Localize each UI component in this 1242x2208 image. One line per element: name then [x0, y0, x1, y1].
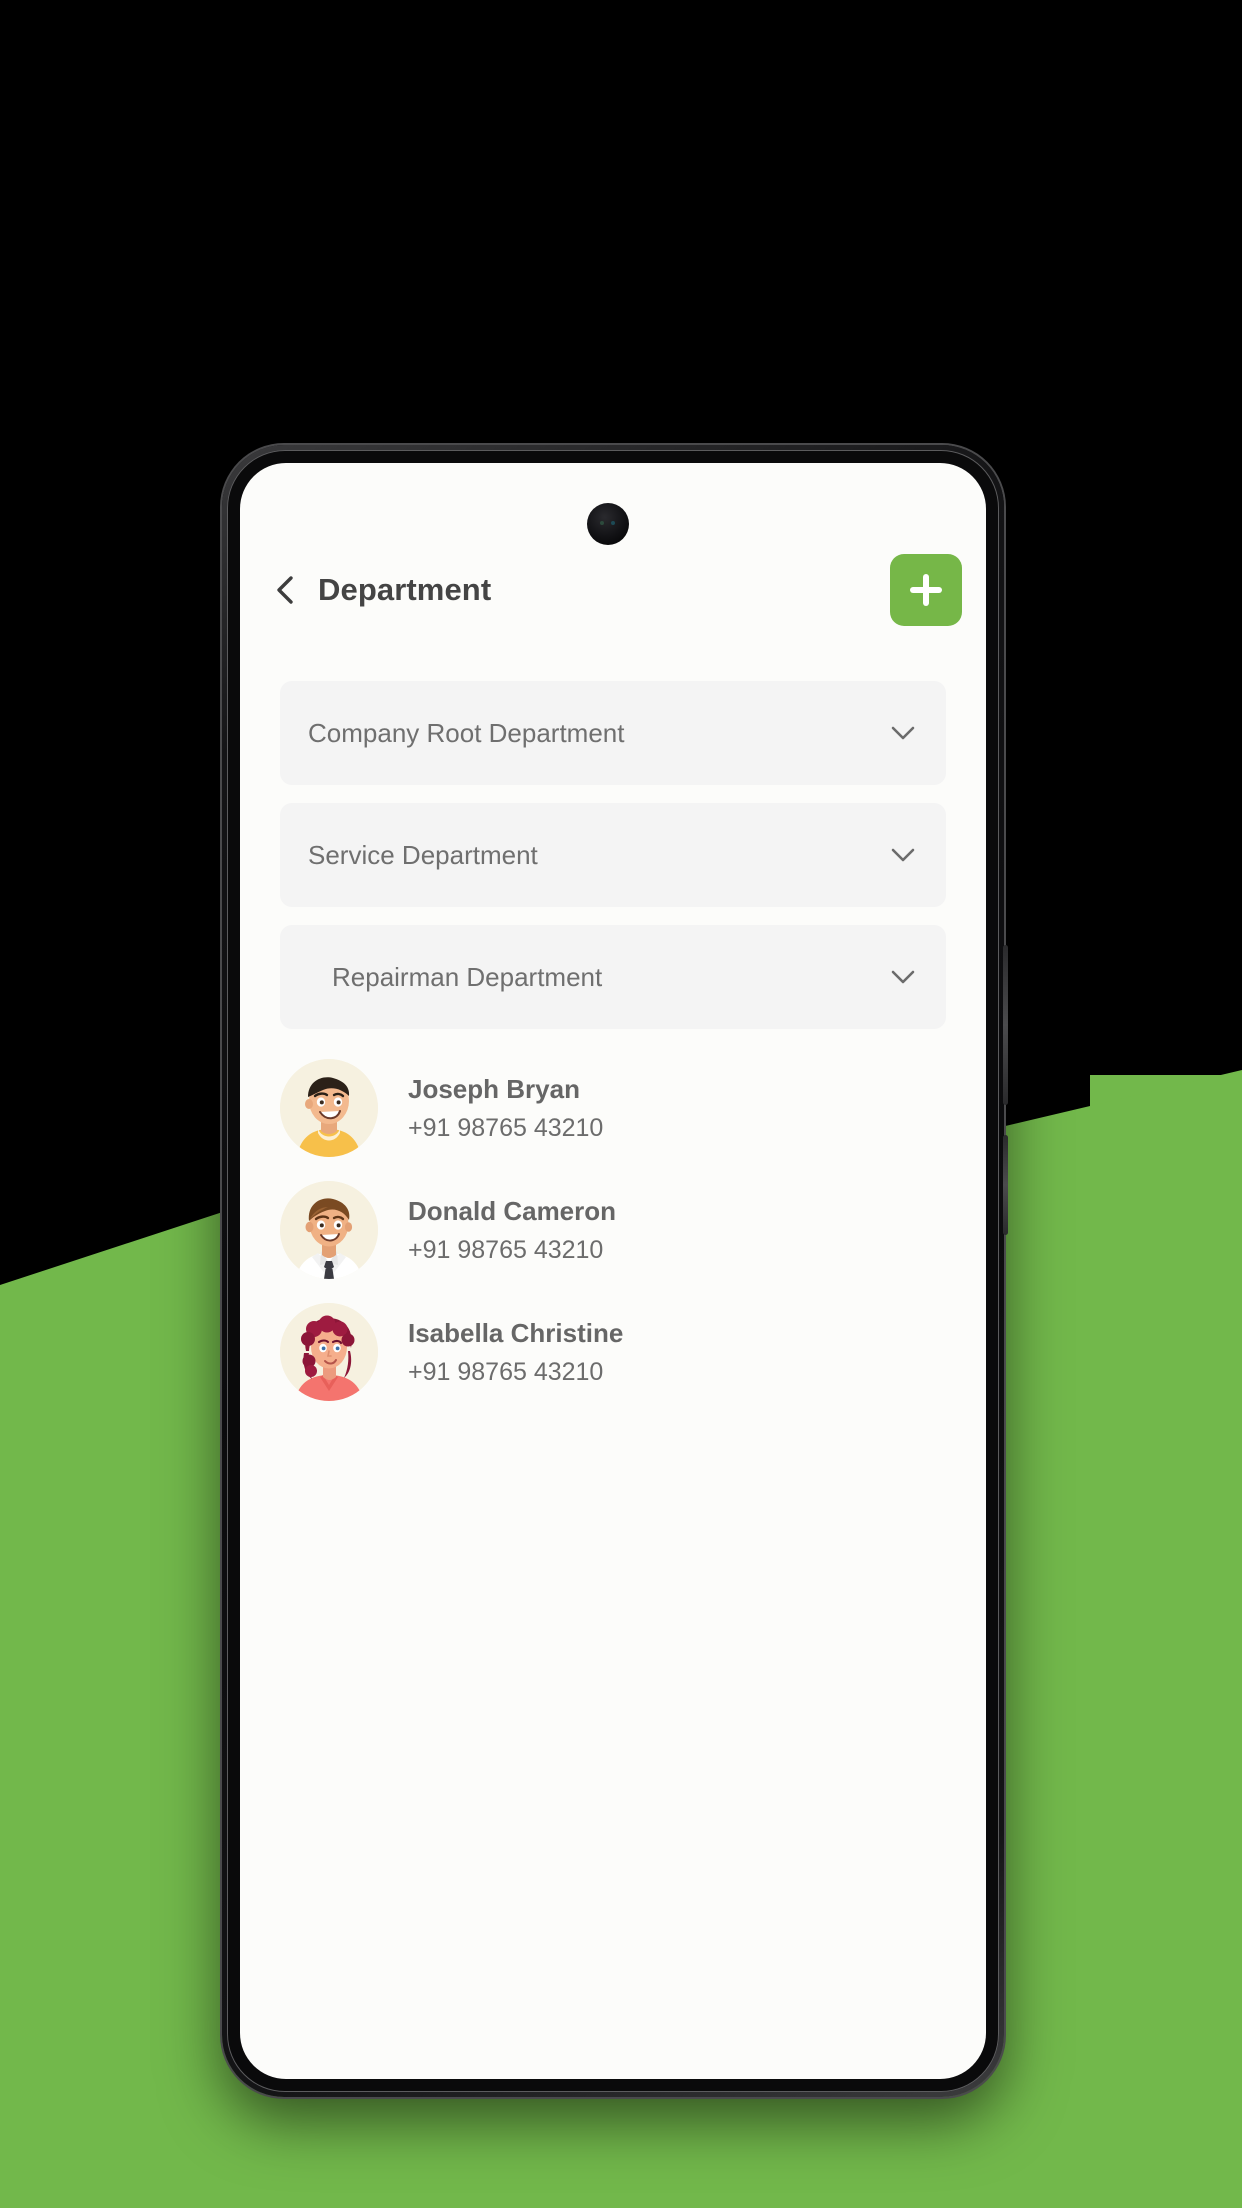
department-row-service[interactable]: Service Department: [280, 803, 946, 907]
power-button[interactable]: [1003, 1135, 1008, 1235]
contact-row[interactable]: Isabella Christine +91 98765 43210: [240, 1291, 986, 1413]
contact-text: Donald Cameron +91 98765 43210: [408, 1198, 616, 1263]
contact-list: Joseph Bryan +91 98765 43210 Donald Came…: [240, 1047, 986, 1413]
contact-name: Isabella Christine: [408, 1317, 624, 1348]
contact-name: Joseph Bryan: [408, 1073, 580, 1104]
avatar-woman-red-hair: [280, 1303, 378, 1401]
avatar-man-white-shirt-tie: [280, 1181, 378, 1279]
department-list: Company Root Department Service Departme…: [240, 681, 986, 1047]
department-row-company-root[interactable]: Company Root Department: [280, 681, 946, 785]
contact-phone: +91 98765 43210: [408, 1113, 604, 1142]
contact-row[interactable]: Joseph Bryan +91 98765 43210: [240, 1047, 986, 1169]
plus-icon: [910, 574, 942, 606]
contact-row[interactable]: Donald Cameron +91 98765 43210: [240, 1169, 986, 1291]
app-bar: Department: [240, 531, 986, 649]
contact-name: Donald Cameron: [408, 1195, 617, 1226]
chevron-down-icon[interactable]: [890, 720, 916, 746]
contact-phone: +91 98765 43210: [408, 1235, 604, 1264]
department-app: Department Company Root Department Servi…: [240, 463, 986, 2079]
contact-text: Joseph Bryan +91 98765 43210: [408, 1076, 603, 1141]
department-label: Service Department: [308, 839, 538, 870]
department-row-repairman[interactable]: Repairman Department: [280, 925, 946, 1029]
phone-device-frame: Department Company Root Department Servi…: [222, 445, 1008, 2097]
chevron-down-icon[interactable]: [890, 842, 916, 868]
chevron-down-icon[interactable]: [890, 964, 916, 990]
add-department-button[interactable]: [890, 554, 962, 626]
department-label: Repairman Department: [332, 961, 603, 992]
volume-button[interactable]: [1003, 945, 1008, 1105]
chevron-left-icon: [272, 574, 298, 606]
phone-screen: Department Company Root Department Servi…: [240, 463, 986, 2079]
contact-text: Isabella Christine +91 98765 43210: [408, 1320, 623, 1385]
back-button[interactable]: [262, 567, 308, 613]
page-title: Department: [318, 572, 492, 607]
avatar-man-yellow-shirt: [280, 1059, 378, 1157]
department-label: Company Root Department: [308, 717, 625, 748]
contact-phone: +91 98765 43210: [408, 1357, 604, 1386]
